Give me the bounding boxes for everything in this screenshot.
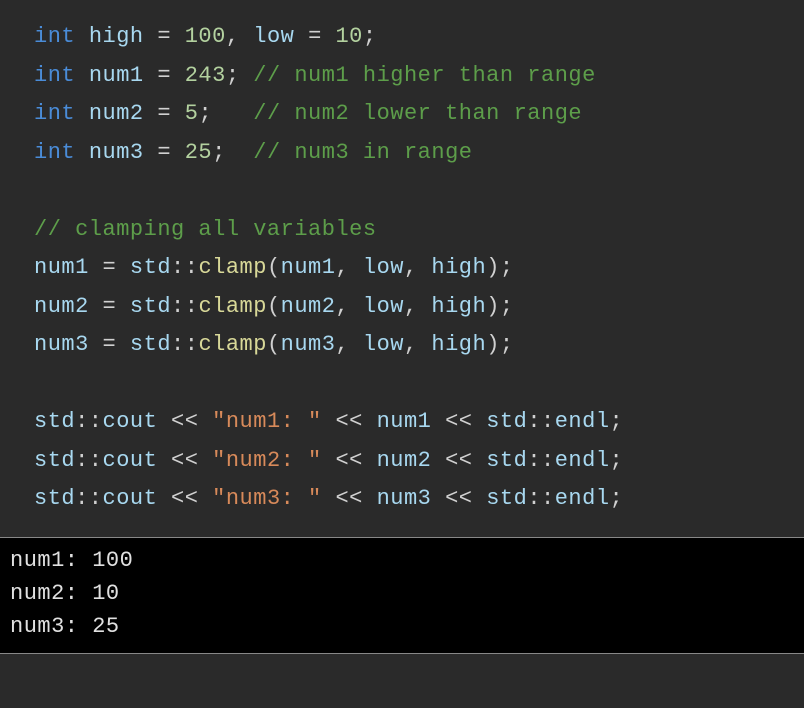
- code-line: num3 = std::clamp(num3, low, high);: [34, 326, 804, 365]
- comment: // num2 lower than range: [253, 101, 582, 126]
- code-line: std::cout << "num1: " << num1 << std::en…: [34, 403, 804, 442]
- comment: // num1 higher than range: [253, 63, 596, 88]
- number-literal: 5: [185, 101, 199, 126]
- string-literal: "num2: ": [212, 448, 322, 473]
- output-line: num1: 100: [10, 544, 794, 577]
- function-call: clamp: [198, 294, 267, 319]
- code-line: num1 = std::clamp(num1, low, high);: [34, 249, 804, 288]
- code-line: int num3 = 25; // num3 in range: [34, 134, 804, 173]
- identifier: num3: [34, 332, 89, 357]
- identifier: num1: [34, 255, 89, 280]
- comment: // clamping all variables: [34, 217, 377, 242]
- terminal-output: num1: 100 num2: 10 num3: 25: [0, 537, 804, 654]
- output-line: num3: 25: [10, 610, 794, 643]
- function-call: clamp: [198, 255, 267, 280]
- code-editor: int high = 100, low = 10; int num1 = 243…: [0, 0, 804, 537]
- string-literal: "num3: ": [212, 486, 322, 511]
- code-line: int high = 100, low = 10;: [34, 18, 804, 57]
- keyword-int: int: [34, 140, 75, 165]
- identifier: num1: [89, 63, 144, 88]
- string-literal: "num1: ": [212, 409, 322, 434]
- keyword-int: int: [34, 24, 75, 49]
- number-literal: 25: [185, 140, 212, 165]
- code-line: num2 = std::clamp(num2, low, high);: [34, 288, 804, 327]
- number-literal: 10: [335, 24, 362, 49]
- identifier: num3: [89, 140, 144, 165]
- keyword-int: int: [34, 101, 75, 126]
- blank-line: [34, 365, 804, 404]
- identifier: low: [253, 24, 294, 49]
- number-literal: 100: [185, 24, 226, 49]
- code-line: int num2 = 5; // num2 lower than range: [34, 95, 804, 134]
- code-line: // clamping all variables: [34, 211, 804, 250]
- identifier: num2: [34, 294, 89, 319]
- blank-line: [34, 172, 804, 211]
- code-line: std::cout << "num3: " << num3 << std::en…: [34, 480, 804, 519]
- code-line: std::cout << "num2: " << num2 << std::en…: [34, 442, 804, 481]
- code-line: int num1 = 243; // num1 higher than rang…: [34, 57, 804, 96]
- function-call: clamp: [198, 332, 267, 357]
- comment: // num3 in range: [253, 140, 472, 165]
- number-literal: 243: [185, 63, 226, 88]
- identifier: high: [89, 24, 144, 49]
- keyword-int: int: [34, 63, 75, 88]
- identifier: num2: [89, 101, 144, 126]
- output-line: num2: 10: [10, 577, 794, 610]
